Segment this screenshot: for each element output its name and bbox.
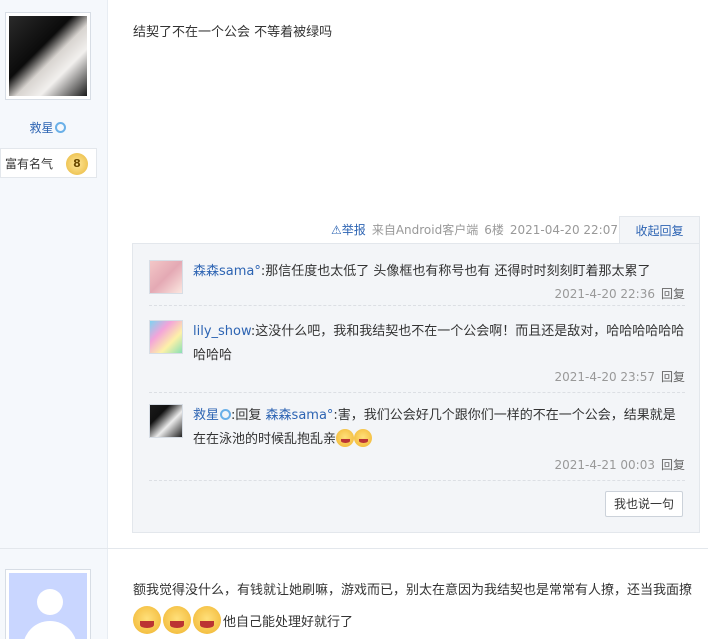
- emoji-icon: [163, 606, 191, 634]
- reply-text: 森森sama°:那信任度也太低了 头像框也有称号也有 还得时时刻刻盯着那太累了: [193, 260, 685, 284]
- post-content: 结契了不在一个公会 不等着被绿吗: [133, 25, 333, 40]
- author-avatar[interactable]: [5, 569, 91, 639]
- emoji-icon: [354, 429, 373, 447]
- author-username-text[interactable]: 救星: [29, 121, 53, 135]
- reply-avatar[interactable]: [149, 320, 183, 354]
- collapse-replies-button[interactable]: 收起回复: [619, 216, 700, 244]
- reply-time: 2021-4-20 22:36: [554, 287, 655, 301]
- reply-avatar[interactable]: [149, 404, 183, 438]
- post-meta: ⚠举报 来自Android客户端 6楼 2021-04-20 22:07: [331, 221, 618, 238]
- reply-text: 救星:回复 森森sama°:害，我们公会好几个跟你们一样的不在一个公会，结果就是…: [193, 404, 685, 452]
- avatar-head-shape: [37, 589, 63, 615]
- emoji-icon: [133, 606, 161, 634]
- reply-username[interactable]: lily_show: [193, 324, 251, 339]
- reply-time: 2021-4-20 23:57: [554, 370, 655, 384]
- avatar-image: [9, 16, 87, 96]
- ring-icon: [220, 409, 232, 420]
- post-time: 2021-04-20 22:07: [509, 222, 618, 237]
- reply-divider: [149, 480, 685, 481]
- reply-content: :这没什么吧，我和我结契也不在一个公会啊！而且还是敌对，哈哈哈哈哈哈哈哈哈: [193, 324, 685, 363]
- emoji-icon: [336, 429, 355, 447]
- reply-avatar[interactable]: [149, 260, 183, 294]
- ring-icon: [54, 122, 66, 133]
- fame-title: 富有名气 8: [0, 148, 97, 178]
- reply-text: lily_show:这没什么吧，我和我结契也不在一个公会啊！而且还是敌对，哈哈哈…: [193, 320, 685, 368]
- reply-footer: 2021-4-21 00:03 回复: [554, 456, 685, 473]
- author-username[interactable]: 救星: [0, 119, 95, 136]
- reply-content: :那信任度也太低了 头像框也有称号也有 还得时时刻刻盯着那太累了: [260, 264, 651, 279]
- floor-number: 6楼: [484, 223, 504, 237]
- default-avatar-image: [9, 573, 87, 639]
- reply-link[interactable]: 回复: [661, 287, 685, 301]
- avatar-body-shape: [23, 621, 77, 639]
- reply-username[interactable]: 森森sama°: [193, 264, 261, 279]
- reply-footer: 2021-4-20 22:36 回复: [554, 285, 685, 302]
- post-content-text: 额我觉得没什么，有钱就让她刷嘛，游戏而已，别太在意因为我结契也是常常有人撩，还当…: [133, 583, 693, 598]
- reply-divider: [149, 392, 685, 393]
- add-reply-button[interactable]: 我也说一句: [605, 491, 683, 517]
- reply-divider: [149, 305, 685, 306]
- reply-box: 森森sama°:那信任度也太低了 头像框也有称号也有 还得时时刻刻盯着那太累了 …: [132, 243, 700, 533]
- reply-prefix: :回复: [231, 408, 262, 423]
- reply-link[interactable]: 回复: [661, 458, 685, 472]
- author-avatar[interactable]: [5, 12, 91, 100]
- reply-footer: 2021-4-20 23:57 回复: [554, 368, 685, 385]
- reply-time: 2021-4-21 00:03: [554, 458, 655, 472]
- report-link[interactable]: ⚠举报: [331, 221, 366, 238]
- post-separator: [0, 548, 708, 549]
- reply-target-username[interactable]: 森森sama°: [266, 408, 334, 423]
- reply-link[interactable]: 回复: [661, 370, 685, 384]
- fame-label: 富有名气: [5, 157, 54, 171]
- fame-level-badge: 8: [66, 153, 88, 175]
- post-content-text: 他自己能处理好就行了: [223, 615, 354, 630]
- source-label: 来自Android客户端: [371, 223, 479, 237]
- report-label[interactable]: 举报: [342, 223, 366, 237]
- post-content: 额我觉得没什么，有钱就让她刷嘛，游戏而已，别太在意因为我结契也是常常有人撩，还当…: [133, 576, 693, 638]
- reply-username[interactable]: 救星: [193, 408, 219, 423]
- emoji-icon: [193, 606, 221, 634]
